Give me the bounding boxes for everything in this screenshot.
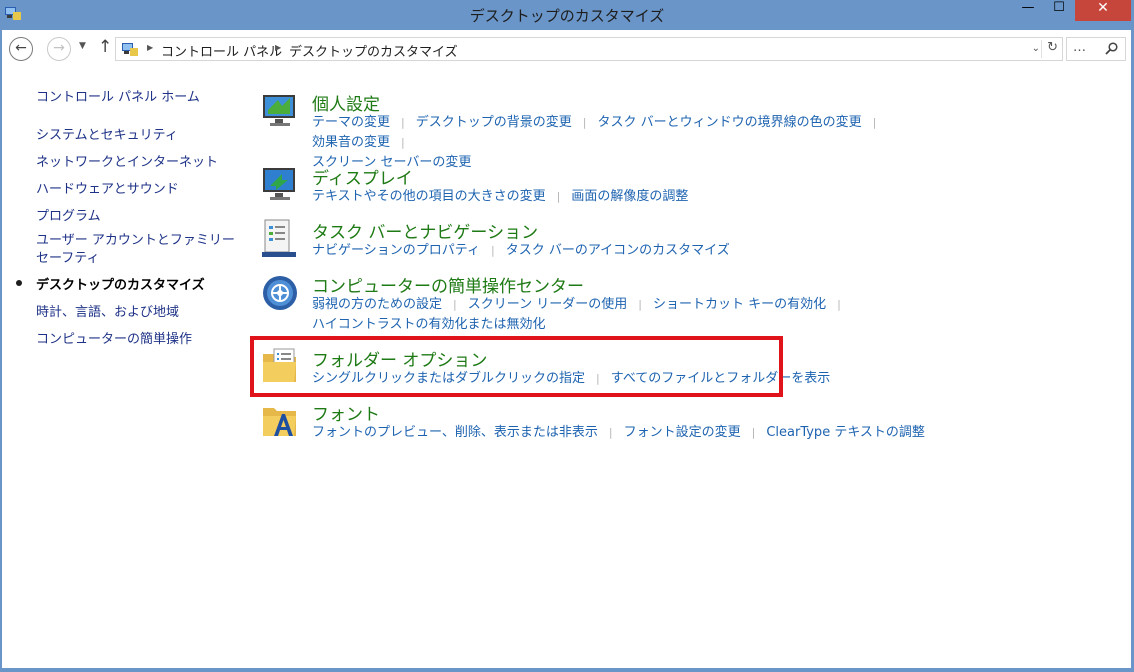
- sidebar-item-user-accounts[interactable]: ユーザー アカウントとファミリー セーフティ: [36, 232, 236, 268]
- category-title[interactable]: タスク バーとナビゲーション: [312, 218, 538, 243]
- sidebar-item-clock-language[interactable]: 時計、言語、および地域: [36, 301, 179, 320]
- search-icon[interactable]: [1105, 42, 1118, 55]
- link-customize-taskbar-icons[interactable]: タスク バーのアイコンのカスタマイズ: [506, 243, 730, 258]
- up-button[interactable]: ↑: [98, 37, 112, 57]
- link-separator: |: [401, 116, 405, 129]
- link-screen-resolution[interactable]: 画面の解像度の調整: [571, 189, 688, 204]
- display-icon[interactable]: [260, 164, 300, 204]
- link-font-settings[interactable]: フォント設定の変更: [624, 425, 741, 440]
- sidebar-item-ease-of-access[interactable]: コンピューターの簡単操作: [36, 328, 192, 347]
- close-button[interactable]: ✕: [1075, 0, 1131, 21]
- category-links: ナビゲーションのプロパティ | タスク バーのアイコンのカスタマイズ: [312, 241, 972, 261]
- refresh-icon[interactable]: ↻: [1047, 40, 1058, 55]
- link-separator: |: [401, 136, 405, 149]
- ease-of-access-icon[interactable]: [260, 272, 300, 312]
- sidebar-item-system-security[interactable]: システムとセキュリティ: [36, 124, 178, 143]
- link-font-preview[interactable]: フォントのプレビュー、削除、表示または非表示: [312, 425, 598, 440]
- search-input[interactable]: …: [1073, 40, 1086, 55]
- category-links: フォントのプレビュー、削除、表示または非表示 | フォント設定の変更 | ClearTy…: [312, 423, 972, 443]
- link-change-background[interactable]: デスクトップの背景の変更: [416, 115, 572, 130]
- link-separator: |: [872, 116, 877, 129]
- highlight-box: [250, 336, 783, 397]
- link-separator: |: [751, 426, 756, 439]
- category-title[interactable]: ディスプレイ: [312, 164, 413, 189]
- forward-button[interactable]: →: [47, 37, 71, 61]
- link-taskbar-window-color[interactable]: タスク バーとウィンドウの境界線の色の変更: [597, 115, 861, 130]
- link-separator: |: [582, 116, 587, 129]
- link-separator: |: [837, 298, 841, 311]
- explorer-window: ← → ▼ ↑ ▶ コントロール パネル ▶ デスクトップのカスタマイズ ⌄ ↻…: [2, 30, 1132, 668]
- breadcrumb-separator-icon[interactable]: ▶: [275, 43, 281, 52]
- link-shortcut-keys[interactable]: ショートカット キーの有効化: [653, 297, 826, 312]
- link-separator: |: [556, 190, 561, 203]
- link-change-theme[interactable]: テーマの変更: [312, 115, 390, 130]
- maximize-button[interactable]: ☐: [1045, 0, 1073, 21]
- link-screen-reader[interactable]: スクリーン リーダーの使用: [468, 297, 627, 312]
- current-page-bullet-icon: [16, 280, 22, 286]
- fonts-icon[interactable]: [260, 400, 300, 440]
- link-separator: |: [490, 244, 495, 257]
- breadcrumb-control-panel[interactable]: コントロール パネル: [161, 41, 282, 60]
- taskbar-icon[interactable]: [260, 218, 300, 258]
- link-separator: |: [608, 426, 613, 439]
- link-separator: |: [638, 298, 642, 311]
- sidebar-item-network[interactable]: ネットワークとインターネット: [36, 151, 218, 170]
- sidebar-control-panel-home[interactable]: コントロール パネル ホーム: [36, 86, 200, 105]
- category-title[interactable]: 個人設定: [312, 90, 380, 115]
- address-bar[interactable]: ▶ コントロール パネル ▶ デスクトップのカスタマイズ ⌄ ↻: [115, 37, 1063, 61]
- sidebar-item-appearance[interactable]: デスクトップのカスタマイズ: [36, 274, 205, 293]
- sidebar-item-hardware-sound[interactable]: ハードウェアとサウンド: [36, 178, 179, 197]
- link-high-contrast[interactable]: ハイコントラストの有効化または無効化: [312, 317, 545, 332]
- breadcrumb-current[interactable]: デスクトップのカスタマイズ: [289, 41, 458, 60]
- link-cleartype[interactable]: ClearType テキストの調整: [766, 425, 925, 440]
- link-separator: |: [453, 298, 457, 311]
- link-low-vision-settings[interactable]: 弱視の方のための設定: [312, 297, 442, 312]
- link-change-sounds[interactable]: 効果音の変更: [312, 135, 390, 150]
- recent-locations-dropdown[interactable]: ▼: [79, 41, 86, 51]
- category-title[interactable]: フォント: [312, 400, 380, 425]
- category-title[interactable]: コンピューターの簡単操作センター: [312, 272, 584, 297]
- address-divider: [1041, 40, 1042, 58]
- control-panel-icon: [122, 43, 138, 56]
- search-box[interactable]: …: [1066, 37, 1126, 61]
- category-links: テキストやその他の項目の大きさの変更 | 画面の解像度の調整: [312, 187, 972, 207]
- address-dropdown-icon[interactable]: ⌄: [1032, 43, 1040, 54]
- personalization-icon[interactable]: [260, 90, 300, 130]
- window-title: デスクトップのカスタマイズ: [469, 7, 665, 25]
- sidebar-item-programs[interactable]: プログラム: [36, 205, 101, 224]
- back-button[interactable]: ←: [9, 37, 33, 61]
- navigation-bar: ← → ▼ ↑ ▶ コントロール パネル ▶ デスクトップのカスタマイズ ⌄ ↻…: [2, 30, 1132, 68]
- category-links: 弱視の方のための設定 | スクリーン リーダーの使用 | ショートカット キーの有効化 |…: [312, 295, 972, 335]
- link-text-size[interactable]: テキストやその他の項目の大きさの変更: [312, 189, 546, 204]
- title-bar: デスクトップのカスタマイズ — ☐ ✕: [0, 0, 1134, 30]
- minimize-button[interactable]: —: [1011, 0, 1045, 21]
- breadcrumb-separator-icon[interactable]: ▶: [147, 43, 153, 52]
- link-navigation-properties[interactable]: ナビゲーションのプロパティ: [312, 243, 480, 258]
